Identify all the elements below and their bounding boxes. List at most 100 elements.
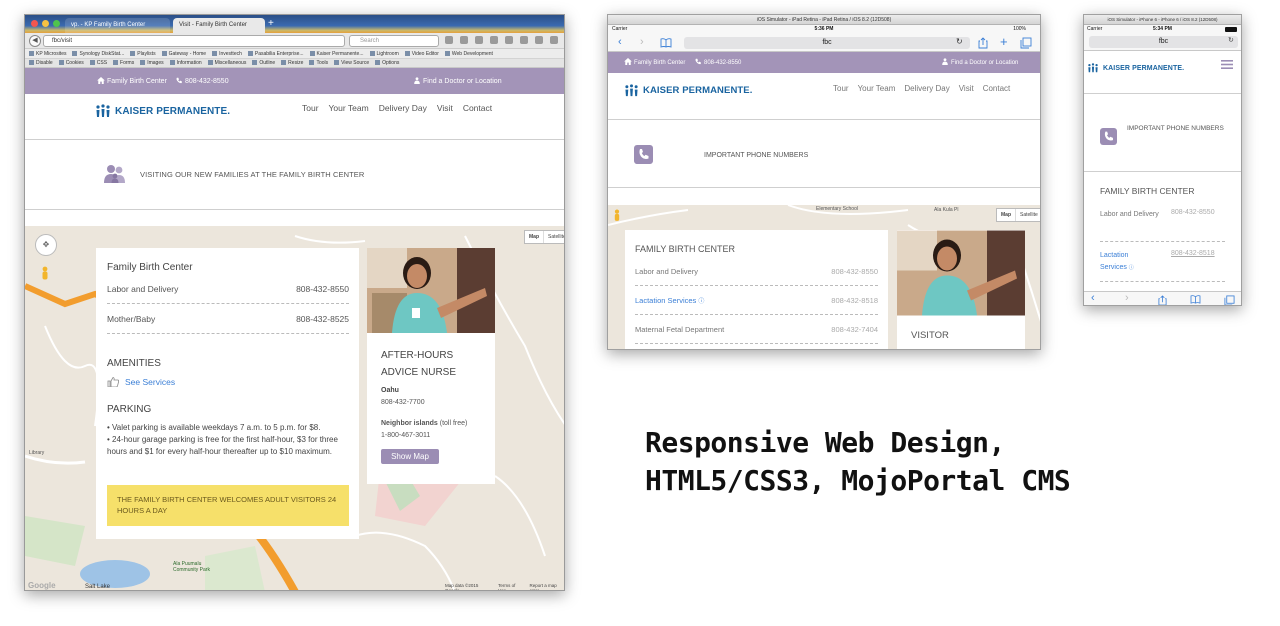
map-type-control[interactable]: Map Satellite xyxy=(996,208,1040,222)
map-type-satellite[interactable]: Satellite xyxy=(1016,209,1040,221)
ipad-address-bar[interactable]: fbc xyxy=(684,37,970,49)
kp-logo[interactable]: KAISER PERMANENTE. xyxy=(95,104,230,118)
phone-row-value[interactable]: 808-432-8518 xyxy=(831,296,878,305)
bookmark-item[interactable]: Playlists xyxy=(130,49,155,58)
bookmark-item[interactable]: KP Microsites xyxy=(29,49,66,58)
neighbor-phone[interactable]: 1-800-467-3011 xyxy=(381,432,430,439)
search-field[interactable]: Search xyxy=(349,35,439,47)
nav-delivery-day[interactable]: Delivery Day xyxy=(379,103,427,113)
browser-tab[interactable]: vp. - KP Family Birth Center xyxy=(65,18,170,33)
kp-logo[interactable]: KAISER PERMANENTE. xyxy=(624,84,752,97)
bookmarks-icon[interactable] xyxy=(660,38,672,48)
info-icon[interactable]: ⓘ xyxy=(698,299,704,305)
devtool-item[interactable]: Resize xyxy=(281,59,303,67)
reading-list-icon[interactable] xyxy=(460,36,468,44)
devtool-item[interactable]: CSS xyxy=(90,59,107,67)
bookmarks-icon[interactable] xyxy=(1190,295,1201,304)
nav-your-team[interactable]: Your Team xyxy=(329,103,369,113)
home-icon[interactable] xyxy=(490,36,498,44)
sync-icon[interactable] xyxy=(520,36,528,44)
menu-icon[interactable] xyxy=(550,36,558,44)
hamburger-menu-icon[interactable] xyxy=(1221,60,1233,69)
window-controls[interactable] xyxy=(31,20,60,27)
lactation-link[interactable]: Lactation Services ⓘ xyxy=(635,296,704,305)
phone-row-value[interactable]: 808-432-8518 xyxy=(1171,250,1215,257)
lactation-link[interactable]: Lactation Services ⓘ xyxy=(1100,250,1155,274)
devtool-item[interactable]: Outline xyxy=(252,59,275,67)
settings-icon[interactable] xyxy=(535,36,543,44)
bookmark-item[interactable]: Kaiser Permanente... xyxy=(310,49,364,58)
share-icon[interactable] xyxy=(978,37,988,49)
kp-logo[interactable]: KAISER PERMANENTE. xyxy=(1087,63,1184,73)
phone-link[interactable]: 808-432-8550 xyxy=(694,58,741,66)
bookmark-item[interactable]: Gateway - Home xyxy=(162,49,207,58)
phone-link[interactable]: 808-432-8550 xyxy=(175,77,229,85)
bookmark-item[interactable]: Investtech xyxy=(212,49,242,58)
devtool-item[interactable]: Miscellaneous xyxy=(208,59,247,67)
home-link[interactable]: Family Birth Center xyxy=(97,77,167,85)
addon-icon[interactable] xyxy=(505,36,513,44)
reload-icon[interactable]: ↻ xyxy=(1228,36,1234,44)
nav-delivery-day[interactable]: Delivery Day xyxy=(904,84,949,93)
browser-tab-active[interactable]: Visit - Family Birth Center xyxy=(173,18,265,33)
new-tab-icon[interactable]: + xyxy=(268,18,274,30)
oahu-phone[interactable]: 808-432-7700 xyxy=(381,399,425,406)
info-icon[interactable]: ⓘ xyxy=(1129,265,1134,271)
phone-row-value[interactable]: 808-432-8550 xyxy=(831,267,878,276)
star-icon[interactable] xyxy=(445,36,453,44)
bookmark-item[interactable]: Pasabilia Enterprise... xyxy=(248,49,304,58)
close-window-icon[interactable] xyxy=(31,20,38,27)
zoom-window-icon[interactable] xyxy=(53,20,60,27)
reload-icon[interactable]: ↻ xyxy=(956,37,963,46)
show-map-button[interactable]: Show Map xyxy=(381,449,439,464)
pegman-icon[interactable] xyxy=(41,266,49,282)
nav-visit[interactable]: Visit xyxy=(437,103,453,113)
nav-contact[interactable]: Contact xyxy=(983,84,1011,93)
find-doctor-link[interactable]: Find a Doctor or Location xyxy=(941,58,1018,66)
back-icon[interactable]: ◀ xyxy=(29,35,41,47)
add-tab-icon[interactable]: + xyxy=(1000,34,1008,49)
map-type-control[interactable]: Map Satellite xyxy=(524,230,564,244)
phone-row-value[interactable]: 808-432-7404 xyxy=(831,325,878,334)
tabs-icon[interactable] xyxy=(1020,37,1032,49)
phone-row-value[interactable]: 808-432-8550 xyxy=(1171,209,1215,216)
bookmark-item[interactable]: Lightroom xyxy=(370,49,399,58)
map-type-map[interactable]: Map xyxy=(525,231,544,243)
nav-tour[interactable]: Tour xyxy=(302,103,319,113)
devtool-item[interactable]: Information xyxy=(170,59,202,67)
devtool-item[interactable]: Images xyxy=(140,59,163,67)
nav-contact[interactable]: Contact xyxy=(463,103,492,113)
download-icon[interactable] xyxy=(475,36,483,44)
map-type-satellite[interactable]: Satellite xyxy=(544,231,564,243)
address-bar[interactable]: fbc/visit xyxy=(43,35,345,47)
nav-tour[interactable]: Tour xyxy=(833,84,849,93)
map-pan-control[interactable]: ✥ xyxy=(35,234,57,256)
nav-your-team[interactable]: Your Team xyxy=(858,84,896,93)
pegman-icon[interactable] xyxy=(613,209,621,223)
map-type-map[interactable]: Map xyxy=(997,209,1016,221)
devtool-item[interactable]: Options xyxy=(375,59,399,67)
bookmark-item[interactable]: Web Development xyxy=(445,49,493,58)
devtool-item[interactable]: Forms xyxy=(113,59,134,67)
phone-row-value[interactable]: 808-432-8550 xyxy=(296,284,349,294)
devtool-item[interactable]: Tools xyxy=(309,59,328,67)
minimize-window-icon[interactable] xyxy=(42,20,49,27)
devtool-item[interactable]: Cookies xyxy=(59,59,84,67)
share-icon[interactable] xyxy=(1158,295,1167,306)
back-icon[interactable]: ‹ xyxy=(618,36,622,48)
devtool-item[interactable]: Disable xyxy=(29,59,53,67)
home-link[interactable]: Family Birth Center xyxy=(624,58,685,66)
bookmark-item[interactable]: Video Editor xyxy=(405,49,439,58)
phone-row-value[interactable]: 808-432-8525 xyxy=(296,314,349,324)
bookmark-item[interactable]: Synology DiskStat... xyxy=(72,49,124,58)
tabs-icon[interactable] xyxy=(1224,295,1235,306)
nav-visit[interactable]: Visit xyxy=(959,84,974,93)
iphone-address-bar[interactable]: fbc xyxy=(1089,36,1238,48)
back-icon[interactable]: ‹ xyxy=(1091,292,1095,304)
forward-icon[interactable]: › xyxy=(640,36,644,48)
devtool-item[interactable]: View Source xyxy=(334,59,369,67)
forward-icon[interactable]: › xyxy=(1125,292,1129,304)
map-report-link[interactable]: Report a map error xyxy=(530,583,564,590)
map-terms-link[interactable]: Terms of Use xyxy=(498,583,523,590)
see-services-link[interactable]: See Services xyxy=(107,377,175,387)
